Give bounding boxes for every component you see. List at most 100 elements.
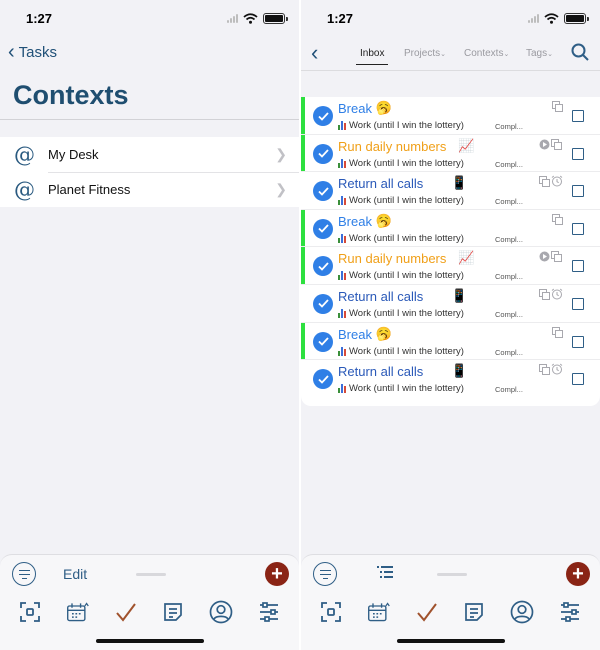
task-project: Work (until I win the lottery) <box>338 346 464 357</box>
task-status: Compl... <box>495 122 523 131</box>
edit-button[interactable]: Edit <box>63 566 87 582</box>
task-project: Work (until I win the lottery) <box>338 158 464 169</box>
settings-sliders-icon[interactable] <box>257 600 281 624</box>
drag-handle[interactable] <box>135 572 166 576</box>
task-checkbox[interactable] <box>572 260 584 273</box>
completed-check-icon[interactable] <box>313 331 333 352</box>
task-project: Work (until I win the lottery) <box>338 195 464 206</box>
calendar-icon[interactable] <box>367 600 391 624</box>
add-button[interactable]: + <box>265 562 289 586</box>
task-status: Compl... <box>495 234 523 244</box>
copy-icon <box>551 249 562 267</box>
task-icons <box>539 137 562 155</box>
filter-button[interactable] <box>12 562 36 586</box>
task-emoji: 🥱 <box>375 100 392 115</box>
settings-sliders-icon[interactable] <box>558 600 582 624</box>
project-label: Work (until I win the lottery) <box>349 270 464 282</box>
task-icons <box>539 249 562 267</box>
task-row[interactable]: Return all calls 📱 Work (until I win the l… <box>301 360 600 398</box>
back-chevron-icon[interactable]: ‹ <box>311 40 318 66</box>
list-view-button[interactable] <box>377 565 393 584</box>
drag-handle[interactable] <box>436 572 467 576</box>
back-label: Tasks <box>18 43 58 61</box>
bar-chart-icon <box>338 271 346 281</box>
context-row-my-desk[interactable]: @ My Desk ❯ <box>0 137 299 172</box>
task-title: Run daily numbers <box>338 138 447 154</box>
bottom-toolbar: + <box>301 554 600 650</box>
completed-check-icon[interactable] <box>313 181 333 202</box>
task-checkbox[interactable] <box>572 185 584 198</box>
completed-check-icon[interactable] <box>313 218 333 239</box>
task-emoji: 📱 <box>451 363 468 379</box>
copy-icon <box>539 287 550 305</box>
battery-icon <box>564 12 589 24</box>
task-title: Break <box>338 101 372 116</box>
task-row[interactable]: Run daily numbers 📈 Work (until I win the … <box>301 247 600 285</box>
task-status: Compl... <box>495 197 523 207</box>
context-row-planet-fitness[interactable]: @ Planet Fitness ❯ <box>0 172 299 207</box>
task-checkbox[interactable] <box>572 110 584 122</box>
project-label: Work (until I win the lottery) <box>349 345 464 357</box>
search-icon[interactable] <box>571 43 589 66</box>
task-status: Compl... <box>495 385 523 395</box>
tab-label: Tags <box>526 48 548 59</box>
home-indicator <box>95 639 204 643</box>
list-icon <box>377 565 393 578</box>
task-row[interactable]: Run daily numbers 📈 Work (until I win the … <box>301 134 600 173</box>
focus-icon[interactable] <box>319 600 343 624</box>
task-row[interactable]: Return all calls 📱 Work (until I win the l… <box>301 172 600 210</box>
completed-check-icon[interactable] <box>313 293 333 314</box>
chevron-down-icon: ⌄ <box>547 51 553 58</box>
profile-icon[interactable] <box>510 600 534 624</box>
tab-label: Inbox <box>360 48 385 59</box>
context-label: My Desk <box>48 147 99 162</box>
calendar-icon[interactable] <box>66 600 90 624</box>
task-row[interactable]: Break 🥱 Work (until I win the lottery) Comp… <box>301 209 600 248</box>
completed-check-icon[interactable] <box>313 143 333 164</box>
task-checkbox[interactable] <box>572 147 584 160</box>
tab-projects[interactable]: Projects⌄ <box>404 48 446 59</box>
task-icons <box>539 174 563 192</box>
add-button[interactable]: + <box>566 562 590 586</box>
note-icon[interactable] <box>161 600 185 624</box>
tab-tags[interactable]: Tags⌄ <box>526 48 553 59</box>
task-row[interactable]: Break 🥱 Work (until I win the lottery) Comp… <box>301 97 600 135</box>
copy-icon <box>551 137 562 155</box>
completed-check-icon[interactable] <box>313 256 333 277</box>
home-indicator <box>396 639 505 643</box>
copy-icon <box>552 325 563 343</box>
task-icons <box>552 212 563 230</box>
completed-check-icon[interactable] <box>313 106 333 126</box>
task-row[interactable]: Break 🥱 Work (until I win the lottery) Comp… <box>301 322 600 361</box>
task-row[interactable]: Return all calls 📱 Work (until I win the l… <box>301 285 600 323</box>
alarm-icon <box>551 362 563 380</box>
tab-contexts[interactable]: Contexts⌄ <box>464 48 509 59</box>
filter-button[interactable] <box>313 562 337 586</box>
tab-inbox[interactable]: Inbox <box>355 48 390 65</box>
checkmark-icon[interactable] <box>415 600 439 624</box>
completed-check-icon[interactable] <box>313 369 333 390</box>
task-icons <box>552 325 563 343</box>
contexts-screen: 1:27 ‹ Tasks Contexts @ My Desk ❯ @ Plan… <box>0 0 299 650</box>
signal-icon <box>227 13 238 23</box>
task-checkbox[interactable] <box>572 373 584 386</box>
focus-icon[interactable] <box>18 600 42 624</box>
divider <box>0 119 299 120</box>
page-title: Contexts <box>13 80 129 110</box>
task-checkbox[interactable] <box>572 222 584 235</box>
bar-chart-icon <box>338 196 346 206</box>
note-icon[interactable] <box>462 600 486 624</box>
task-icons <box>539 287 563 305</box>
task-title: Return all calls <box>338 288 424 304</box>
task-project: Work (until I win the lottery) <box>338 270 464 281</box>
profile-icon[interactable] <box>209 600 233 624</box>
inbox-screen: 1:27 ‹ Inbox Projects⌄ Contexts⌄ Tags⌄ B… <box>301 0 600 650</box>
battery-icon <box>263 12 288 24</box>
task-title: Return all calls <box>338 364 424 380</box>
task-checkbox[interactable] <box>572 335 584 348</box>
checkmark-icon[interactable] <box>114 600 138 624</box>
filter-icon <box>18 569 30 579</box>
task-checkbox[interactable] <box>572 297 584 310</box>
chevron-down-icon: ⌄ <box>440 51 446 58</box>
back-button[interactable]: ‹ Tasks <box>8 42 57 62</box>
